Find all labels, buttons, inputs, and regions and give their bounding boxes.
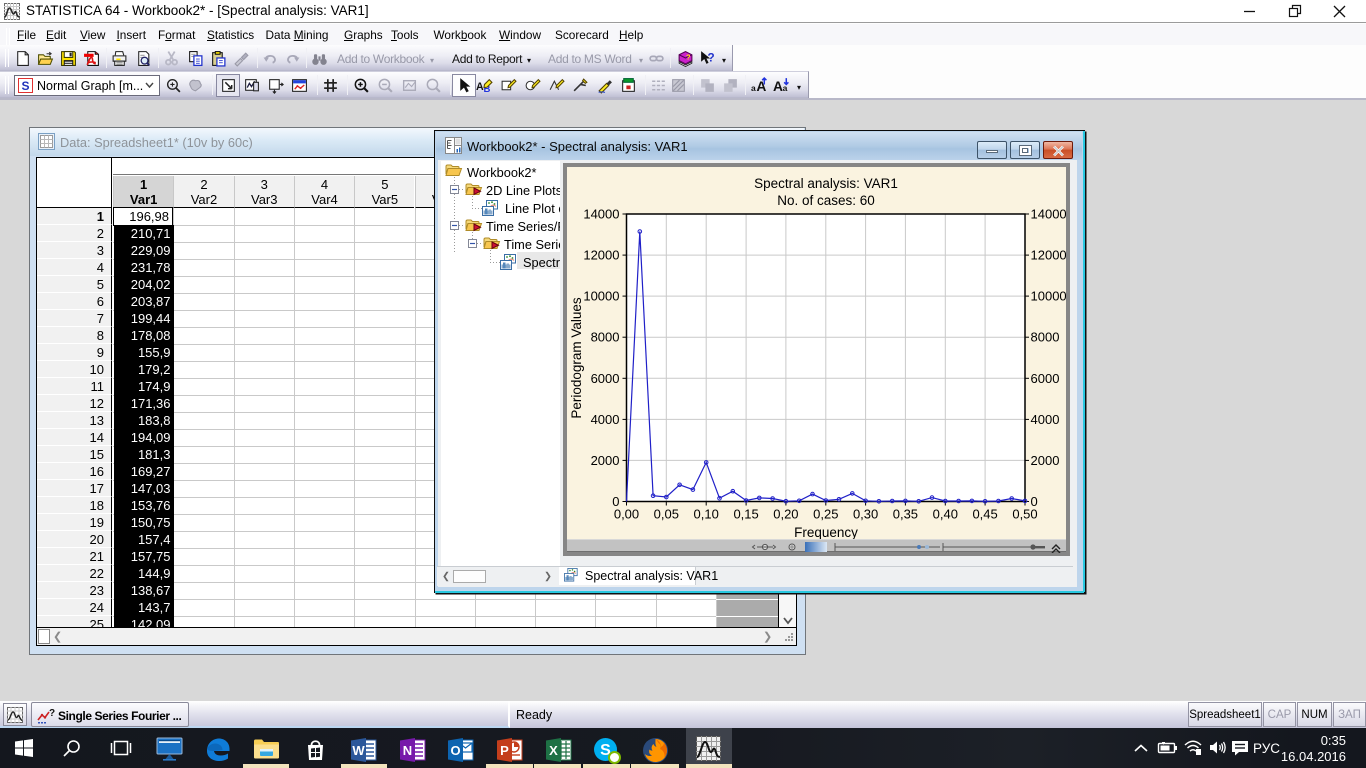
svg-text:0,30: 0,30 (853, 507, 878, 522)
svg-text:2000: 2000 (1031, 453, 1060, 468)
svg-text:Frequency: Frequency (794, 525, 858, 540)
svg-text:0,25: 0,25 (813, 507, 838, 522)
svg-text:12000: 12000 (583, 248, 619, 263)
svg-text:W: W (352, 743, 365, 758)
svg-text:10000: 10000 (1031, 289, 1067, 304)
svg-text:4000: 4000 (591, 412, 620, 427)
svg-text:14000: 14000 (583, 207, 619, 222)
svg-text:0,05: 0,05 (654, 507, 679, 522)
svg-text:X: X (549, 743, 558, 758)
svg-text:Spectral analysis: VAR1: Spectral analysis: VAR1 (754, 176, 898, 191)
svg-text:14000: 14000 (1031, 207, 1067, 222)
svg-text:2000: 2000 (591, 453, 620, 468)
svg-text:0,10: 0,10 (694, 507, 719, 522)
svg-text:6000: 6000 (591, 371, 620, 386)
svg-text:0,20: 0,20 (773, 507, 798, 522)
svg-text:?: ? (686, 53, 691, 62)
svg-text:a: a (751, 83, 756, 93)
svg-text:12000: 12000 (1031, 248, 1067, 263)
svg-text:0,35: 0,35 (893, 507, 918, 522)
svg-text:O: O (450, 743, 460, 758)
svg-text:8000: 8000 (591, 330, 620, 345)
svg-text:N: N (403, 743, 412, 758)
svg-text:0,50: 0,50 (1012, 507, 1037, 522)
svg-text:?: ? (708, 52, 715, 65)
svg-text:P: P (500, 743, 509, 758)
svg-text:8000: 8000 (1031, 330, 1060, 345)
svg-text:6000: 6000 (1031, 371, 1060, 386)
svg-text:10000: 10000 (583, 289, 619, 304)
svg-text:A: A (773, 78, 783, 94)
svg-text:0,00: 0,00 (614, 507, 639, 522)
svg-text:0,15: 0,15 (733, 507, 758, 522)
svg-text:0,40: 0,40 (933, 507, 958, 522)
svg-text:Periodogram Values: Periodogram Values (569, 297, 584, 419)
svg-text:No. of cases: 60: No. of cases: 60 (777, 193, 875, 208)
svg-text:?: ? (49, 708, 55, 719)
svg-text:0,45: 0,45 (972, 507, 997, 522)
svg-text:4000: 4000 (1031, 412, 1060, 427)
